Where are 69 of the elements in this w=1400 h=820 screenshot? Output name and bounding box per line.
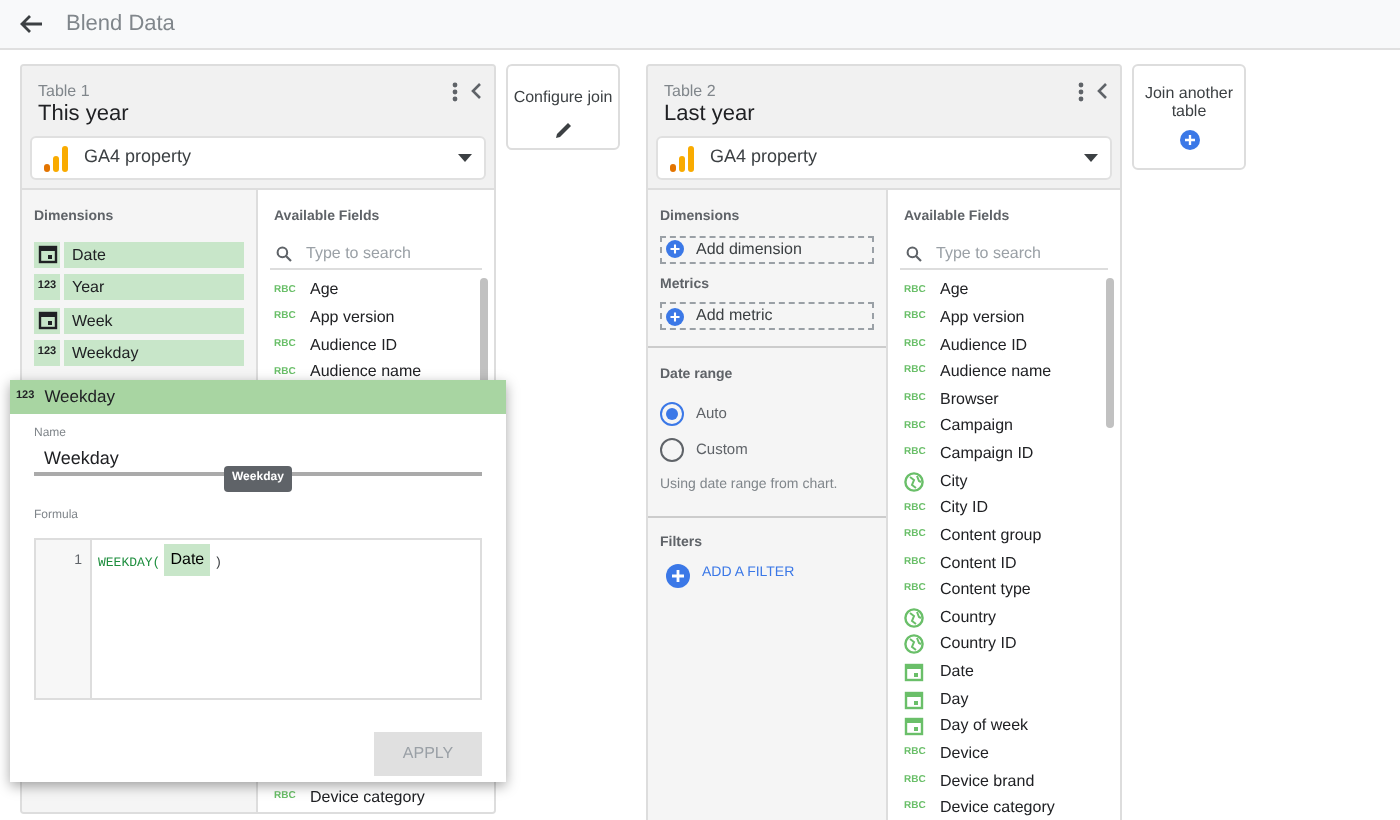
calendar-icon (904, 716, 924, 737)
calendar-icon (37, 310, 57, 330)
field-name[interactable]: App version (940, 305, 1025, 330)
search-icon (276, 246, 292, 262)
radio-button[interactable] (660, 437, 684, 461)
field-name[interactable]: Day (940, 687, 969, 712)
scrollbar[interactable] (1106, 278, 1114, 428)
dropdown-caret-icon (1084, 154, 1098, 162)
calendar-icon (37, 244, 57, 264)
field-name[interactable]: Age (310, 278, 339, 303)
add-field-button[interactable]: Add metric (660, 302, 874, 330)
field-name[interactable]: Audience ID (940, 333, 1028, 358)
field-name[interactable]: Content group (940, 523, 1042, 548)
field-name[interactable]: City (940, 469, 968, 494)
add-field-button[interactable]: Add dimension (660, 235, 874, 263)
more-icon[interactable] (1078, 82, 1084, 102)
join-another-table-button[interactable]: Join another table (1132, 64, 1246, 170)
field-name[interactable]: Date (940, 660, 974, 685)
field-name[interactable]: City ID (940, 496, 988, 521)
globe-icon (904, 607, 924, 628)
table-label: Table 1 (38, 82, 92, 102)
data-source-dropdown[interactable]: GA4 property (30, 136, 486, 180)
field-name[interactable]: App version (310, 306, 395, 331)
radio-button[interactable] (660, 401, 684, 425)
table-label: Table 2 (664, 82, 718, 102)
field-name[interactable]: Campaign ID (940, 442, 1034, 467)
field-name[interactable]: Country ID (940, 632, 1017, 657)
search-field[interactable]: Type to search (900, 241, 1108, 269)
search-input[interactable]: Type to search (936, 242, 1096, 266)
globe-icon (904, 471, 924, 492)
field-name[interactable]: Audience name (310, 360, 422, 385)
field-name[interactable]: Content ID (940, 551, 1017, 576)
calendar-icon (904, 662, 924, 683)
field-name[interactable]: Day of week (940, 714, 1029, 739)
collapse-icon[interactable] (1096, 82, 1108, 100)
add-icon (1179, 130, 1199, 150)
add-icon (666, 563, 690, 587)
configure-join-button[interactable]: Configure join (506, 64, 620, 150)
page-title: Blend Data (66, 9, 175, 40)
collapse-icon[interactable] (470, 82, 482, 100)
back-arrow-icon[interactable] (20, 14, 42, 34)
field-name[interactable]: Device (940, 741, 989, 766)
add-icon (666, 307, 684, 325)
field-name[interactable]: Device category (310, 786, 425, 811)
search-field[interactable]: Type to search (270, 241, 482, 269)
formula-field-chip: Date (164, 544, 211, 576)
pencil-icon (555, 122, 571, 138)
field-name[interactable]: Audience name (940, 360, 1052, 385)
globe-icon (904, 634, 924, 655)
field-name[interactable]: Country (940, 605, 997, 630)
table-name: This year (38, 102, 129, 128)
field-name[interactable]: Campaign (940, 414, 1013, 439)
field-name[interactable]: Device category (940, 796, 1055, 820)
data-source-dropdown[interactable]: GA4 property (656, 136, 1112, 180)
bar-chart-logo-icon (44, 145, 68, 171)
search-input[interactable]: Type to search (306, 242, 466, 266)
field-name[interactable]: Content type (940, 578, 1031, 603)
bar-chart-logo-icon (670, 145, 694, 171)
add-icon (666, 240, 684, 258)
more-icon[interactable] (452, 82, 458, 102)
table-name: Last year (664, 102, 755, 128)
field-name[interactable]: Age (940, 278, 969, 303)
field-name[interactable]: Audience ID (310, 333, 398, 358)
popup-title: Weekday (44, 384, 115, 410)
calendar-icon (904, 689, 924, 710)
field-name[interactable]: Browser (940, 387, 999, 412)
search-icon (906, 246, 922, 262)
field-name[interactable]: Device brand (940, 769, 1035, 794)
dropdown-caret-icon (458, 154, 472, 162)
